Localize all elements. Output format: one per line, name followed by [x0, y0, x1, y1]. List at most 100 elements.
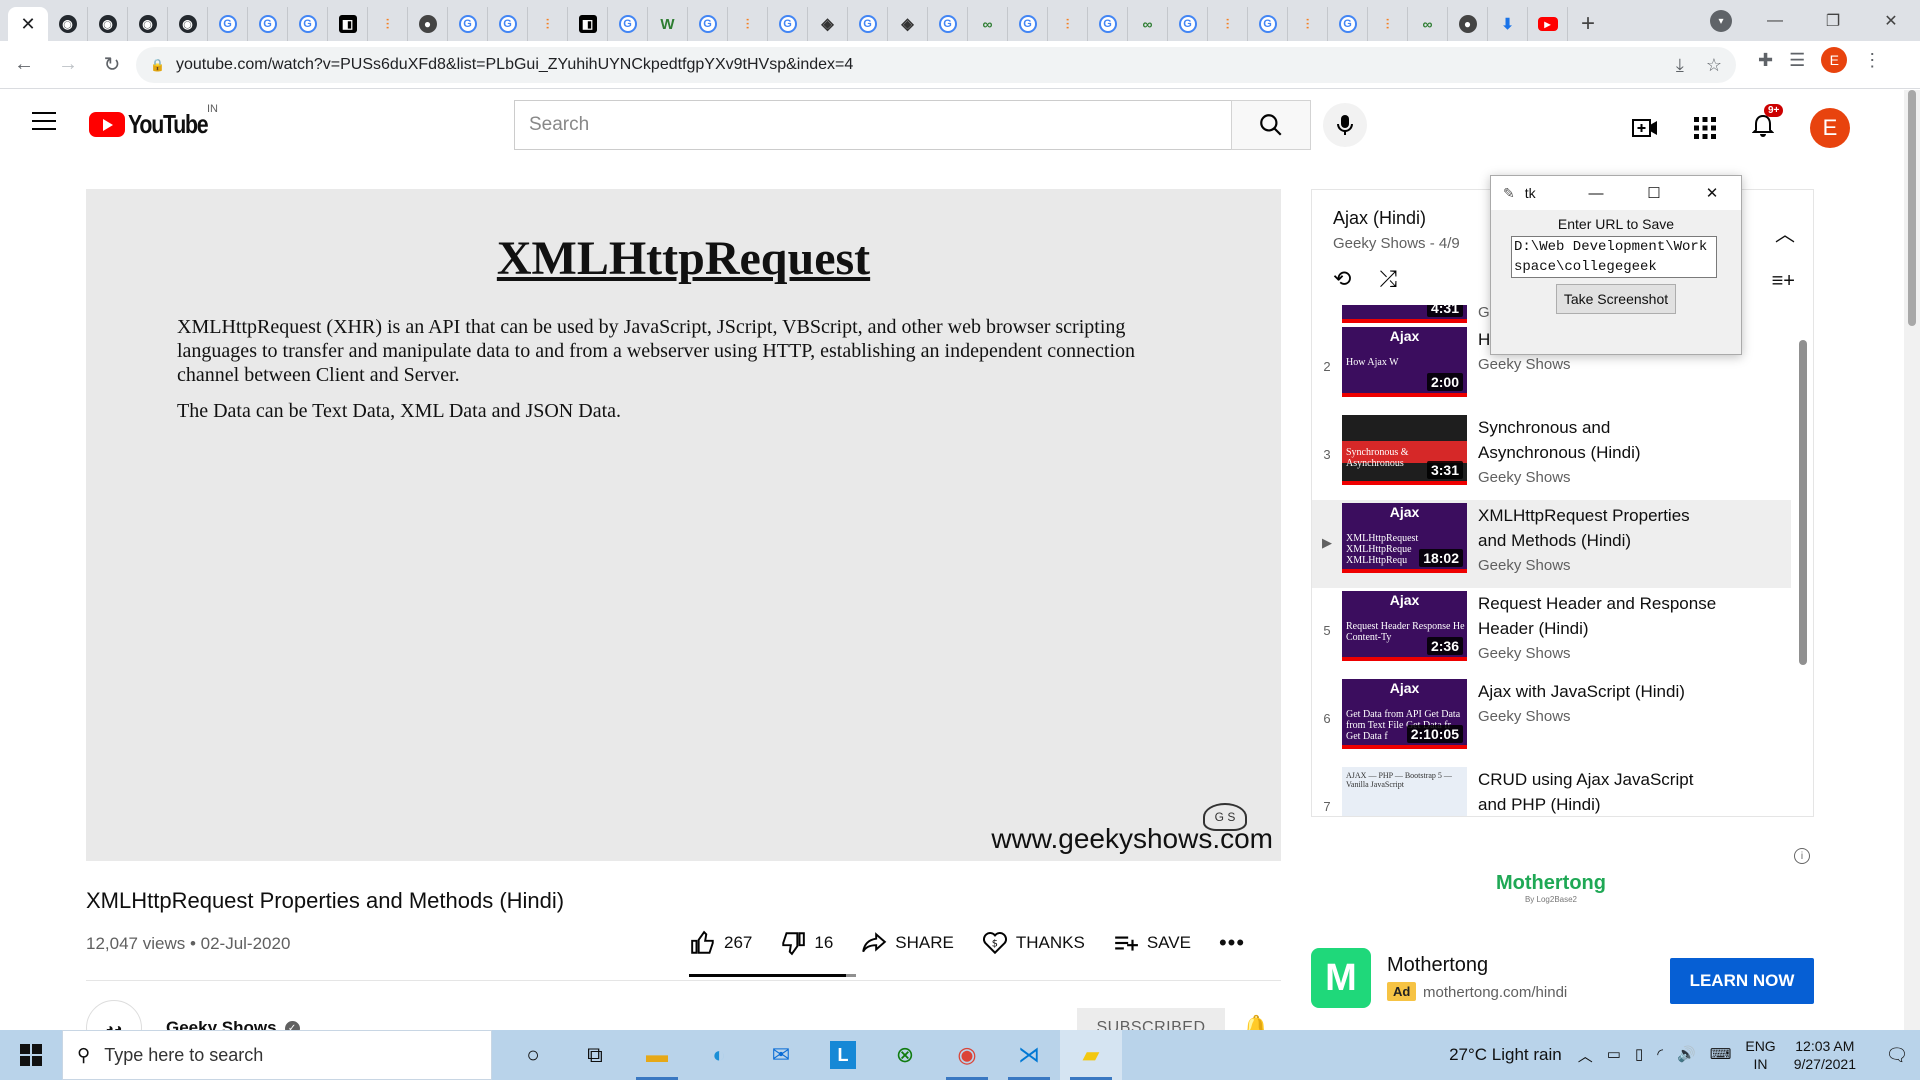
browser-tab[interactable]: G [288, 7, 328, 41]
browser-tab[interactable]: ▶ [1528, 7, 1568, 41]
tk-titlebar[interactable]: ✎ tk — ☐ ✕ [1491, 176, 1741, 210]
install-app-icon[interactable]: ⤓ [1676, 55, 1684, 76]
browser-tab[interactable]: ◉ [88, 7, 128, 41]
browser-tab[interactable]: ⫶ [368, 7, 408, 41]
playlist-item[interactable]: 6 Ajax Get Data from API Get Data from Tex… [1312, 676, 1813, 764]
reload-button[interactable]: ↻ [92, 45, 132, 85]
mail-icon[interactable]: ✉ [750, 1030, 812, 1080]
profile-avatar[interactable]: E [1821, 47, 1848, 73]
video-thumbnail[interactable]: AJAX — PHP — Bootstrap 5 — Vanilla JavaS… [1342, 767, 1467, 816]
network-icon[interactable]: ◜ [1657, 1045, 1663, 1066]
lock-icon[interactable]: 🔒 [150, 58, 165, 72]
browser-tab[interactable]: G [1008, 7, 1048, 41]
share-button[interactable]: SHARE [861, 930, 954, 956]
xbox-icon[interactable]: ⊗ [874, 1030, 936, 1080]
browser-tab[interactable]: ∞ [1408, 7, 1448, 41]
create-video-icon[interactable] [1632, 117, 1658, 139]
vscode-icon[interactable]: ⋊ [998, 1030, 1060, 1080]
browser-tab[interactable]: ◈ [808, 7, 848, 41]
keyboard-icon[interactable]: ⌨ [1710, 1045, 1732, 1066]
cortana-icon[interactable]: ○ [502, 1030, 564, 1080]
ad-banner[interactable]: Mothertong By Log2Base2 i [1311, 848, 1814, 928]
browser-tab[interactable]: G [488, 7, 528, 41]
video-thumbnail[interactable]: Ajax Request Header Response He Content-T… [1342, 591, 1467, 661]
browser-tab[interactable]: G [208, 7, 248, 41]
learn-now-button[interactable]: LEARN NOW [1670, 958, 1814, 1004]
browser-tab[interactable]: G [1248, 7, 1288, 41]
search-input[interactable]: Search [514, 100, 1232, 150]
video-player[interactable]: XMLHttpRequest XMLHttpRequest (XHR) is a… [86, 189, 1281, 861]
battery-icon[interactable]: ▯ [1635, 1045, 1643, 1066]
info-icon[interactable]: i [1794, 848, 1810, 864]
youtube-logo[interactable]: YouTube IN [89, 103, 225, 140]
maximize-window-button[interactable]: ❐ [1804, 0, 1862, 41]
tk-close-button[interactable]: ✕ [1683, 176, 1741, 210]
browser-tab[interactable]: ◉ [128, 7, 168, 41]
shuffle-icon[interactable]: ⤮ [1379, 266, 1397, 292]
tk-maximize-button[interactable]: ☐ [1625, 176, 1683, 210]
minimize-window-button[interactable]: — [1746, 0, 1804, 41]
new-tab-button[interactable]: + [1568, 7, 1608, 41]
like-button[interactable]: 267 [690, 930, 752, 956]
playlist-item[interactable]: 7 AJAX — PHP — Bootstrap 5 — Vanilla Java… [1312, 764, 1813, 816]
more-actions-button[interactable]: ••• [1219, 930, 1245, 956]
python-tk-icon[interactable]: ▰ [1060, 1030, 1122, 1080]
browser-tab[interactable]: ◧ [568, 7, 608, 41]
browser-tab[interactable]: ◉ [48, 7, 88, 41]
browser-tab[interactable]: ⫶ [1208, 7, 1248, 41]
notifications-button[interactable]: 9+ [1751, 103, 1784, 143]
chrome-icon[interactable]: ◉ [936, 1030, 998, 1080]
take-screenshot-button[interactable]: Take Screenshot [1556, 284, 1676, 314]
browser-tab[interactable]: G [448, 7, 488, 41]
action-center-icon[interactable]: 🗨 [1874, 1045, 1920, 1066]
browser-tab[interactable]: ∞ [1128, 7, 1168, 41]
playlist-item[interactable]: 3 Synchronous & Asynchronous 3:31 Synchrono… [1312, 412, 1813, 500]
tk-minimize-button[interactable]: — [1567, 176, 1625, 210]
tk-url-entry[interactable]: D:\Web Development\Workspace\collegegeek [1511, 236, 1717, 278]
forward-button[interactable]: → [48, 45, 88, 85]
close-window-button[interactable]: ✕ [1862, 0, 1920, 41]
l-app-icon[interactable]: L [812, 1030, 874, 1080]
browser-tab[interactable]: ● [1448, 7, 1488, 41]
extensions-puzzle-icon[interactable]: ✚ [1758, 50, 1773, 71]
video-thumbnail[interactable]: Ajax XMLHttpRequest XMLHttpReque XMLHttpR… [1342, 503, 1467, 573]
browser-tab[interactable]: ⫶ [528, 7, 568, 41]
browser-tab[interactable]: G [688, 7, 728, 41]
close-tab-icon[interactable]: ✕ [19, 14, 37, 34]
volume-icon[interactable]: 🔊 [1677, 1045, 1696, 1066]
browser-tab[interactable]: G [1088, 7, 1128, 41]
tab-search-icon[interactable]: ▾ [1710, 10, 1732, 32]
playlist-item-title[interactable]: CRUD using Ajax JavaScript and PHP (Hind… [1478, 767, 1718, 816]
browser-tab[interactable]: G [768, 7, 808, 41]
save-button[interactable]: SAVE [1113, 930, 1191, 956]
thanks-button[interactable]: $ THANKS [982, 930, 1085, 956]
device-icon[interactable]: ▭ [1607, 1045, 1621, 1066]
browser-tab[interactable]: ⫶ [1288, 7, 1328, 41]
browser-tab[interactable]: G [1328, 7, 1368, 41]
browser-tab[interactable]: ● [408, 7, 448, 41]
browser-tab[interactable]: G [248, 7, 288, 41]
browser-tab[interactable]: ⬇ [1488, 7, 1528, 41]
video-thumbnail[interactable]: Ajax How Ajax W 2:00 [1342, 327, 1467, 397]
browser-tab[interactable]: ∞ [968, 7, 1008, 41]
browser-tab[interactable]: ✕ [8, 7, 48, 41]
browser-menu-icon[interactable]: ⋮ [1863, 50, 1881, 71]
file-explorer-icon[interactable]: ▬ [626, 1030, 688, 1080]
loop-icon[interactable]: ⟲ [1333, 266, 1351, 292]
playlist-item-title[interactable]: Synchronous and Asynchronous (Hindi) [1478, 415, 1718, 465]
dislike-button[interactable]: 16 [780, 930, 833, 956]
video-thumbnail[interactable]: Synchronous & Asynchronous 3:31 [1342, 415, 1467, 485]
browser-tab[interactable]: G [928, 7, 968, 41]
playlist-title[interactable]: Ajax (Hindi) [1333, 208, 1426, 229]
ad-name[interactable]: Mothertong [1387, 954, 1488, 977]
apps-grid-icon[interactable] [1694, 117, 1716, 139]
playlist-item[interactable]: ▶ Ajax XMLHttpRequest XMLHttpReque XMLHttp… [1312, 500, 1791, 588]
bookmark-star-icon[interactable]: ☆ [1706, 55, 1722, 76]
guide-menu-icon[interactable] [32, 112, 56, 130]
page-scrollbar-thumb[interactable] [1908, 90, 1916, 326]
account-avatar[interactable]: E [1810, 108, 1850, 148]
clock[interactable]: 12:03 AM 9/27/2021 [1794, 1037, 1856, 1073]
playlist-item[interactable]: 5 Ajax Request Header Response He Content-… [1312, 588, 1813, 676]
taskbar-search-input[interactable]: ⚲ Type here to search [62, 1030, 492, 1080]
playlist-item-title[interactable]: XMLHttpRequest Properties and Methods (H… [1478, 503, 1718, 553]
